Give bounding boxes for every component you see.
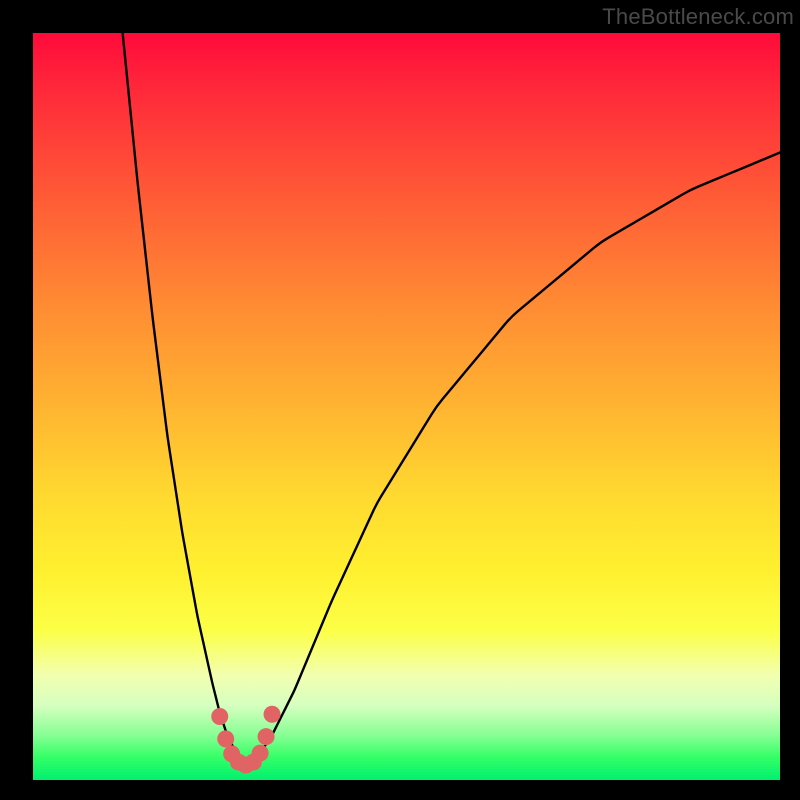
valley-markers — [211, 706, 280, 774]
valley-marker — [264, 706, 281, 723]
watermark-text: TheBottleneck.com — [602, 4, 794, 30]
chart-canvas: TheBottleneck.com — [0, 0, 800, 800]
bottleneck-curve — [0, 0, 800, 800]
valley-marker — [211, 708, 228, 725]
valley-marker — [258, 728, 275, 745]
v-curve-path — [123, 33, 780, 763]
valley-marker — [217, 730, 234, 747]
valley-marker — [252, 745, 269, 762]
